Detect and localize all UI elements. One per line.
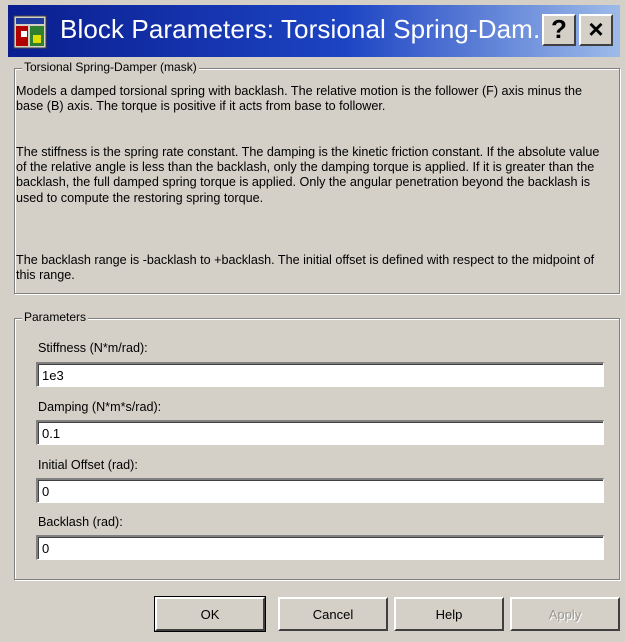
simulink-block-icon <box>13 15 47 49</box>
block-parameters-dialog: Block Parameters: Torsional Spring-Dam..… <box>0 0 625 642</box>
window-title: Block Parameters: Torsional Spring-Dam..… <box>60 14 555 44</box>
description-paragraph-1: Models a damped torsional spring with ba… <box>16 84 583 114</box>
description-legend: Torsional Spring-Damper (mask) <box>22 60 199 74</box>
apply-button[interactable]: Apply <box>510 597 620 631</box>
help-button[interactable]: Help <box>394 597 504 631</box>
backlash-input[interactable] <box>36 535 604 560</box>
description-paragraph-2: The stiffness is the spring rate constan… <box>16 145 600 205</box>
backlash-label: Backlash (rad): <box>38 515 123 529</box>
damping-input[interactable] <box>36 420 604 445</box>
initial-offset-label: Initial Offset (rad): <box>38 458 138 472</box>
close-icon[interactable]: × <box>579 14 613 46</box>
stiffness-label: Stiffness (N*m/rad): <box>38 341 148 355</box>
parameters-legend: Parameters <box>22 310 89 324</box>
initial-offset-input[interactable] <box>36 478 604 503</box>
description-paragraph-3: The backlash range is -backlash to +back… <box>16 253 595 283</box>
title-bar[interactable]: Block Parameters: Torsional Spring-Dam..… <box>8 5 620 57</box>
ok-button[interactable]: OK <box>154 596 266 632</box>
stiffness-input[interactable] <box>36 362 604 387</box>
damping-label: Damping (N*m*s/rad): <box>38 400 162 414</box>
cancel-button[interactable]: Cancel <box>278 597 388 631</box>
help-icon[interactable]: ? <box>542 14 576 46</box>
